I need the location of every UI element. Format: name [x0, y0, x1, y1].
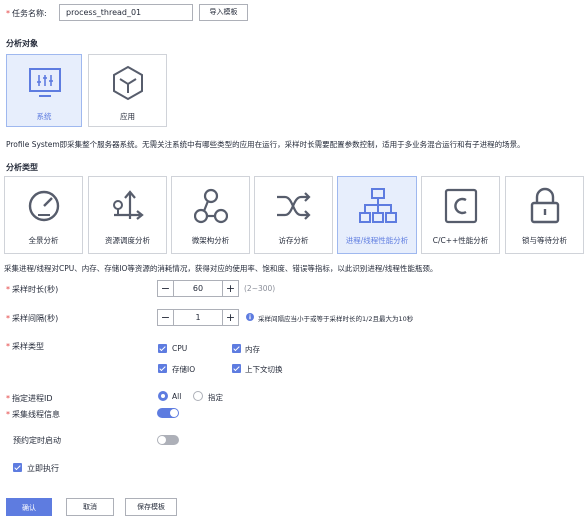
type-card-label: 资源调度分析	[105, 236, 150, 245]
task-name-input[interactable]: process_thread_01	[59, 4, 193, 21]
type-card-microarchitecture[interactable]: 微架构分析	[171, 176, 250, 254]
schedule-icon	[113, 190, 144, 220]
process-specify-label: 指定	[208, 393, 223, 402]
target-card-label: 系统	[36, 112, 52, 121]
storage-io-checkbox[interactable]	[158, 364, 167, 373]
context-switch-checkbox[interactable]	[232, 364, 241, 373]
type-card-label: C/C++性能分析	[432, 236, 489, 245]
duration-stepper[interactable]: − 60 +	[157, 280, 239, 297]
monitor-icon	[29, 68, 61, 97]
type-card-cpp-performance[interactable]: C/C++性能分析	[421, 176, 500, 254]
analysis-target-title: 分析对象	[6, 39, 38, 48]
type-card-label: 进程/线程性能分析	[345, 236, 409, 245]
cpu-option-label: CPU	[172, 344, 188, 353]
target-card-label: 应用	[120, 112, 135, 121]
type-card-memory-access[interactable]: 访存分析	[254, 176, 333, 254]
storage-io-option-label: 存储IO	[172, 365, 196, 374]
analysis-type-description: 采集进程/线程对CPU、内存、存储IO等资源的消耗情况，获得对应的使用率、饱和度…	[4, 264, 438, 273]
interval-value[interactable]: 1	[173, 310, 223, 325]
type-card-process-thread[interactable]: 进程/线程性能分析	[337, 176, 417, 254]
decrement-button[interactable]: −	[158, 281, 173, 296]
duration-label: * 采样时长(秒)	[6, 285, 59, 294]
sample-type-label: * 采样类型	[6, 342, 44, 351]
memory-option-label: 内存	[245, 345, 260, 354]
process-specify-radio[interactable]	[193, 391, 203, 401]
duration-range: (2~300)	[244, 284, 276, 293]
lock-icon	[530, 187, 560, 224]
type-card-label: 访存分析	[278, 236, 309, 245]
memory-checkbox[interactable]	[232, 344, 241, 353]
type-card-label: 锁与等待分析	[522, 236, 567, 245]
thread-info-label: * 采集线程信息	[6, 410, 60, 419]
confirm-button[interactable]: 确认	[6, 498, 52, 516]
cube-icon	[113, 65, 143, 101]
cpu-checkbox[interactable]	[158, 344, 167, 353]
gauge-icon	[28, 190, 60, 222]
shuffle-icon	[277, 192, 311, 220]
microarch-icon	[194, 188, 228, 224]
process-id-label: * 指定进程ID	[6, 394, 53, 403]
type-card-label: 全景分析	[28, 236, 59, 245]
cancel-button[interactable]: 取消	[66, 498, 114, 516]
decrement-button[interactable]: −	[158, 310, 173, 325]
type-card-panorama[interactable]: 全景分析	[4, 176, 83, 254]
interval-stepper[interactable]: − 1 +	[157, 309, 239, 326]
type-card-lock-wait[interactable]: 锁与等待分析	[505, 176, 584, 254]
scheduled-start-label: 预约定时启动	[13, 436, 61, 445]
interval-label: * 采样间隔(秒)	[6, 314, 59, 323]
target-card-system[interactable]: 系统	[6, 54, 82, 127]
hierarchy-icon	[359, 188, 397, 223]
info-icon	[246, 313, 254, 321]
process-all-radio[interactable]	[158, 391, 168, 401]
increment-button[interactable]: +	[223, 281, 238, 296]
analysis-type-title: 分析类型	[6, 163, 38, 172]
increment-button[interactable]: +	[223, 310, 238, 325]
save-template-button[interactable]: 保存模板	[125, 498, 177, 516]
scheduled-start-toggle[interactable]	[157, 435, 179, 445]
analysis-target-description: Profile System即采集整个服务器系统。无需关注系统中有哪些类型的应用…	[6, 140, 525, 149]
target-card-application[interactable]: 应用	[88, 54, 167, 127]
task-name-label: * 任务名称:	[6, 9, 47, 18]
thread-info-toggle[interactable]	[157, 408, 179, 418]
duration-value[interactable]: 60	[173, 281, 223, 296]
interval-hint: 采样间隔应当小于或等于采样时长的1/2且最大为10秒	[258, 315, 414, 323]
run-now-checkbox[interactable]	[13, 463, 22, 472]
c-letter-icon	[444, 188, 478, 224]
context-switch-option-label: 上下文切换	[245, 365, 283, 374]
run-now-label: 立即执行	[27, 464, 59, 473]
process-all-label: All	[172, 392, 182, 401]
type-card-label: 微架构分析	[191, 236, 230, 245]
type-card-resource-scheduling[interactable]: 资源调度分析	[88, 176, 167, 254]
import-template-button[interactable]: 导入模板	[199, 4, 248, 21]
